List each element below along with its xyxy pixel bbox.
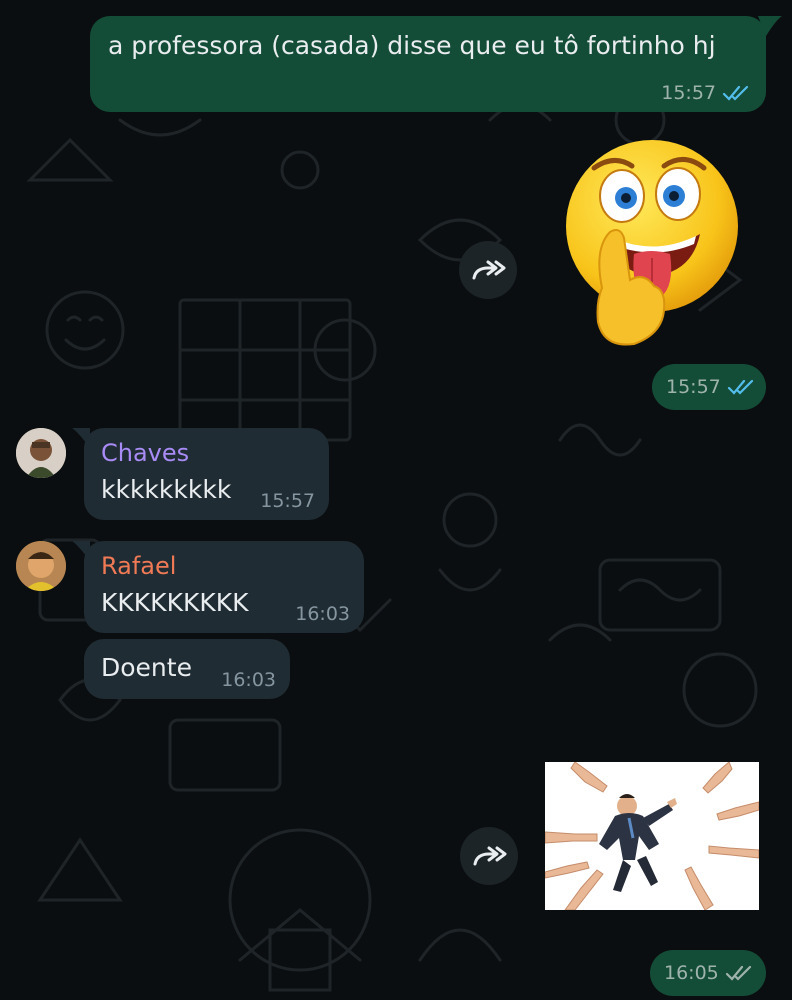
forward-icon xyxy=(472,260,506,280)
message-meta: 16:05 xyxy=(664,962,755,984)
message-time: 16:05 xyxy=(664,962,719,984)
sender-name[interactable]: Rafael xyxy=(101,551,176,581)
avatar[interactable] xyxy=(16,428,66,478)
pointing-fingers-at-man-image[interactable] xyxy=(545,762,759,910)
message-meta: 15:57 xyxy=(666,376,757,398)
contact-photo-rafael xyxy=(16,541,66,591)
forward-button[interactable] xyxy=(459,241,517,299)
avatar[interactable] xyxy=(16,541,66,591)
tongue-out-emoji-sticker[interactable] xyxy=(562,138,742,353)
forward-icon xyxy=(473,846,507,866)
incoming-message-bubble[interactable]: Chaves kkkkkkkkk 15:57 xyxy=(84,428,329,520)
forward-button[interactable] xyxy=(460,827,518,885)
incoming-message-bubble[interactable]: Rafael KKKKKKKKK 16:03 xyxy=(84,541,364,633)
double-check-read-icon xyxy=(722,85,749,101)
message-time: 16:03 xyxy=(295,603,350,625)
message-time: 15:57 xyxy=(661,82,716,104)
sender-name[interactable]: Chaves xyxy=(101,438,189,468)
bubble-tail xyxy=(758,16,782,36)
sticker-time-bubble: 15:57 xyxy=(652,364,766,410)
incoming-message-bubble[interactable]: Doente 16:03 xyxy=(84,639,290,699)
double-check-read-icon xyxy=(727,379,753,395)
image-time-bubble: 16:05 xyxy=(650,950,766,996)
double-check-delivered-icon xyxy=(725,965,751,981)
contact-photo-chaves xyxy=(16,428,66,478)
message-meta: 15:57 xyxy=(661,82,752,104)
message-time: 15:57 xyxy=(260,490,315,512)
message-time: 16:03 xyxy=(221,669,276,691)
message-text: kkkkkkkkk xyxy=(101,475,232,504)
message-text: a professora (casada) disse que eu tô fo… xyxy=(108,31,716,60)
outgoing-message-bubble[interactable]: a professora (casada) disse que eu tô fo… xyxy=(90,16,766,112)
message-time: 15:57 xyxy=(666,376,721,398)
message-text: Doente xyxy=(101,653,192,682)
message-text: KKKKKKKKK xyxy=(101,588,249,617)
